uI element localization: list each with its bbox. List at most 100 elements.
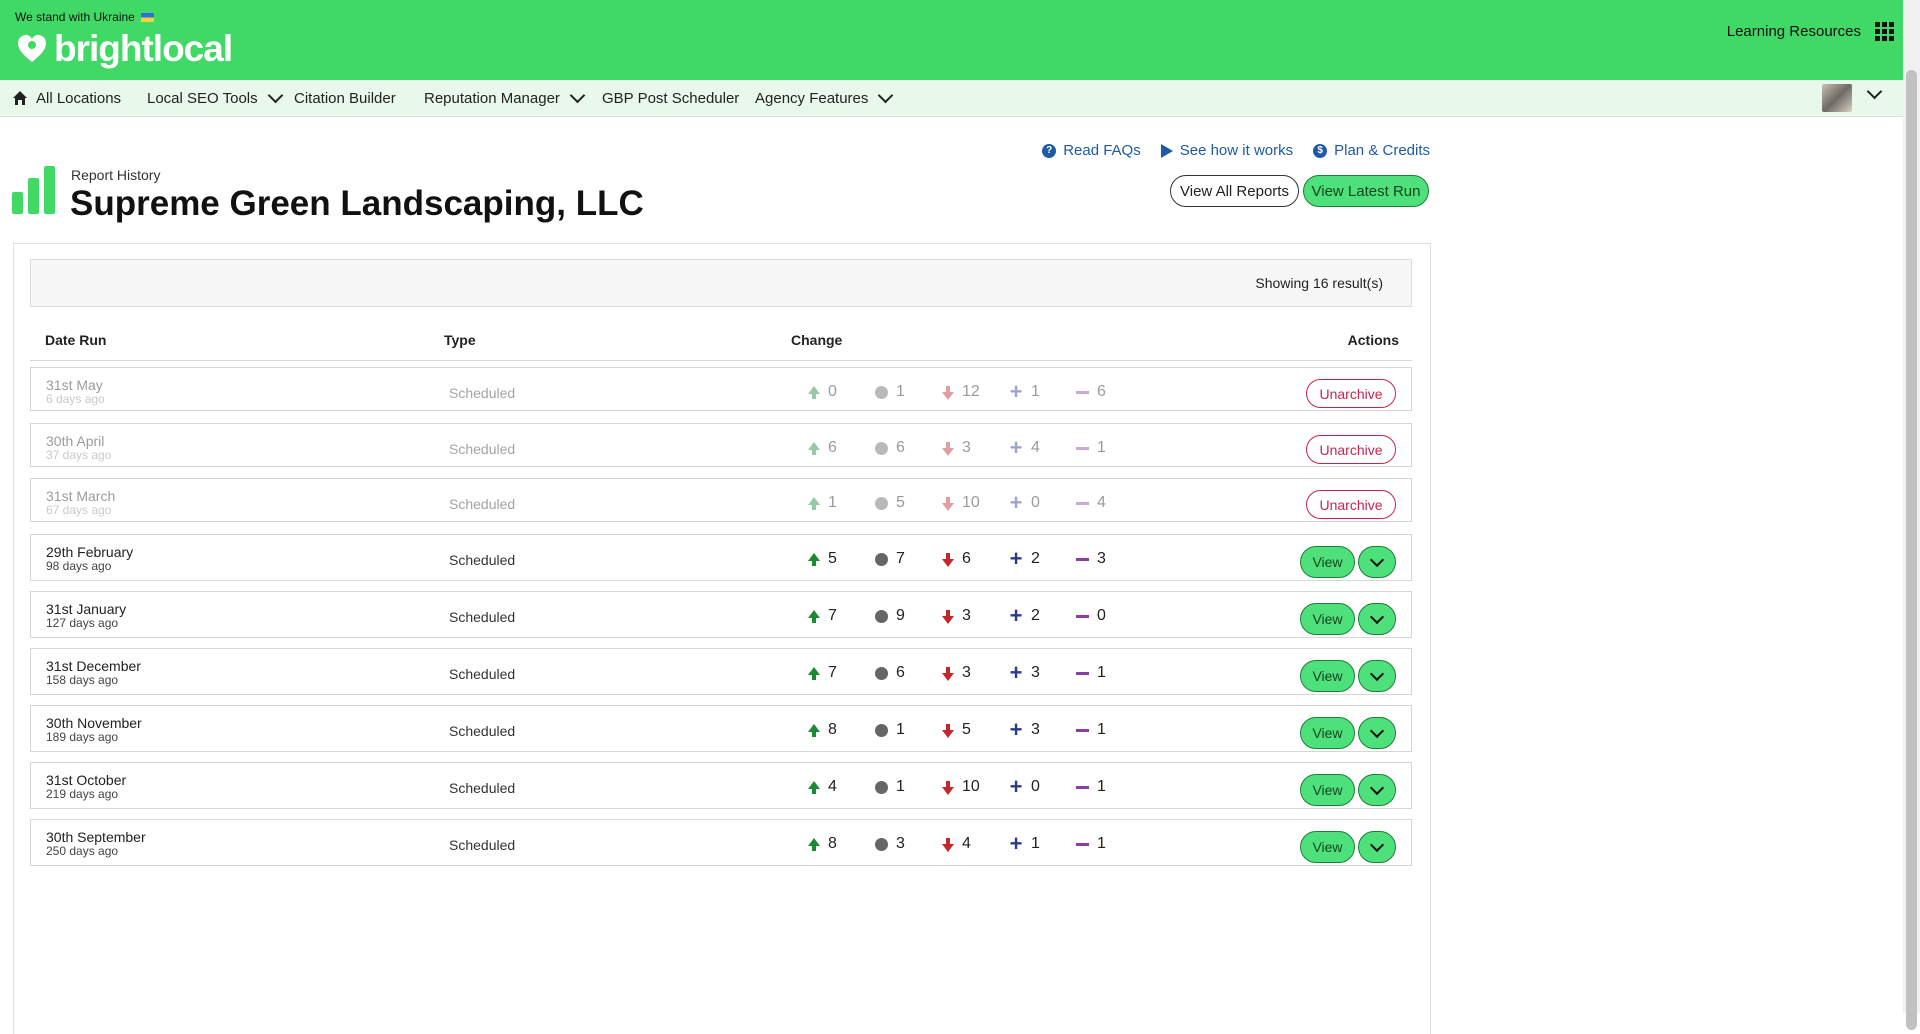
change-new-value: 0 [1031,494,1040,511]
scrollbar-thumb[interactable] [1906,70,1917,1030]
change-lost-value: 1 [1097,721,1106,738]
brightlocal-logo[interactable]: brightlocal [16,28,233,70]
chevron-down-icon [267,87,283,104]
change-new-value: 4 [1031,439,1040,456]
change-lost: 1 [1076,664,1143,682]
change-same: 7 [875,550,942,568]
change-summary: 7 6 3 +3 1 [808,662,1143,684]
expand-row-button[interactable] [1358,546,1396,578]
plus-icon: + [1009,546,1023,571]
nav-label[interactable]: Agency Features [755,90,868,107]
date-run: 29th February 98 days ago [46,545,133,573]
change-down-value: 6 [962,550,971,567]
change-down: 3 [942,664,1009,682]
nav-label[interactable]: Citation Builder [294,90,396,107]
arrow-down-icon [942,838,954,852]
arrow-up-icon [808,724,820,737]
date-run: 30th April 37 days ago [46,434,111,462]
view-report-button[interactable]: View [1300,603,1355,635]
nav-label[interactable]: Local SEO Tools [147,90,258,107]
nav-label[interactable]: Reputation Manager [424,90,560,107]
expand-row-button[interactable] [1358,603,1396,635]
learning-resources-menu[interactable]: Learning Resources [1727,22,1894,41]
arrow-up-icon [808,553,820,566]
arrow-up-icon [808,610,820,623]
unarchive-button[interactable]: Unarchive [1306,435,1396,464]
apps-grid-icon[interactable] [1875,22,1894,41]
date-value: 30th November [46,715,142,731]
plan-credits-link[interactable]: $ Plan & Credits [1313,142,1430,159]
change-up: 0 [808,383,875,401]
change-down: 3 [942,439,1009,457]
unarchive-button[interactable]: Unarchive [1306,490,1396,519]
view-report-button[interactable]: View [1300,831,1355,863]
arrow-up-icon [808,838,820,851]
minus-icon [1076,785,1089,789]
change-new: +1 [1009,381,1076,403]
report-bars-icon [12,166,55,214]
change-lost-value: 3 [1097,550,1106,567]
breadcrumb: Report History [71,167,161,183]
nav-item-reputation-manager[interactable]: Reputation Manager [424,80,586,116]
account-chevron-down-icon[interactable] [1866,83,1883,100]
nav-item-gbp-post-scheduler[interactable]: GBP Post Scheduler [602,80,739,116]
plus-icon: + [1009,603,1023,628]
scrollbar[interactable] [1903,0,1920,1030]
change-summary: 4 1 10 +0 1 [808,776,1143,798]
date-run: 31st January 127 days ago [46,602,126,630]
arrow-down-icon [942,442,954,456]
see-how-it-works-label[interactable]: See how it works [1180,142,1293,159]
change-lost-value: 1 [1097,778,1106,795]
chevron-down-icon [569,87,586,104]
unarchive-button[interactable]: Unarchive [1306,379,1396,408]
view-report-button[interactable]: View [1300,660,1355,692]
view-all-reports-button[interactable]: View All Reports [1170,175,1299,207]
ukraine-banner[interactable]: We stand with Ukraine [15,10,154,24]
change-up-value: 7 [828,607,837,624]
read-faqs-link[interactable]: ? Read FAQs [1042,142,1141,159]
view-report-button[interactable]: View [1300,546,1355,578]
arrow-down-icon [942,497,954,511]
arrow-up-icon [808,386,820,399]
expand-row-button[interactable] [1358,831,1396,863]
expand-row-button[interactable] [1358,774,1396,806]
no-change-dot-icon [875,385,888,399]
play-icon [1160,143,1173,158]
nav-item-citation-builder[interactable]: Citation Builder [294,80,396,116]
report-type: Scheduled [449,780,516,796]
user-avatar[interactable] [1822,84,1852,112]
report-type: Scheduled [449,837,516,853]
nav-item-all-locations[interactable]: All Locations [12,80,121,116]
minus-icon [1076,614,1089,618]
view-report-button[interactable]: View [1300,717,1355,749]
logo-text: brightlocal [54,28,233,69]
change-new: +0 [1009,492,1076,514]
expand-row-button[interactable] [1358,660,1396,692]
minus-icon [1076,390,1089,394]
chevron-down-icon [1369,723,1385,738]
minus-icon [1076,728,1089,732]
expand-row-button[interactable] [1358,717,1396,749]
change-new-value: 3 [1031,721,1040,738]
nav-item-local-seo-tools[interactable]: Local SEO Tools [147,80,283,116]
results-count: Showing 16 result(s) [1255,275,1383,291]
view-report-button[interactable]: View [1300,774,1355,806]
nav-item-agency-features[interactable]: Agency Features [755,80,894,116]
change-summary: 8 3 4 +1 1 [808,833,1143,855]
see-how-it-works-link[interactable]: See how it works [1160,142,1293,159]
nav-label[interactable]: GBP Post Scheduler [602,90,739,107]
change-summary: 7 9 3 +2 0 [808,603,1143,628]
nav-label[interactable]: All Locations [36,90,121,107]
plan-credits-label[interactable]: Plan & Credits [1334,142,1430,159]
ukraine-text[interactable]: We stand with Ukraine [15,10,135,24]
change-up-value: 7 [828,664,837,681]
change-lost-value: 6 [1097,383,1106,400]
learning-resources-label[interactable]: Learning Resources [1727,23,1861,40]
view-latest-run-button[interactable]: View Latest Run [1303,175,1429,207]
change-same: 6 [875,439,942,457]
no-change-dot-icon [875,723,888,737]
change-lost: 6 [1076,383,1143,401]
change-same-value: 6 [896,664,905,681]
read-faqs-label[interactable]: Read FAQs [1063,142,1141,159]
arrow-down-icon [942,781,954,795]
